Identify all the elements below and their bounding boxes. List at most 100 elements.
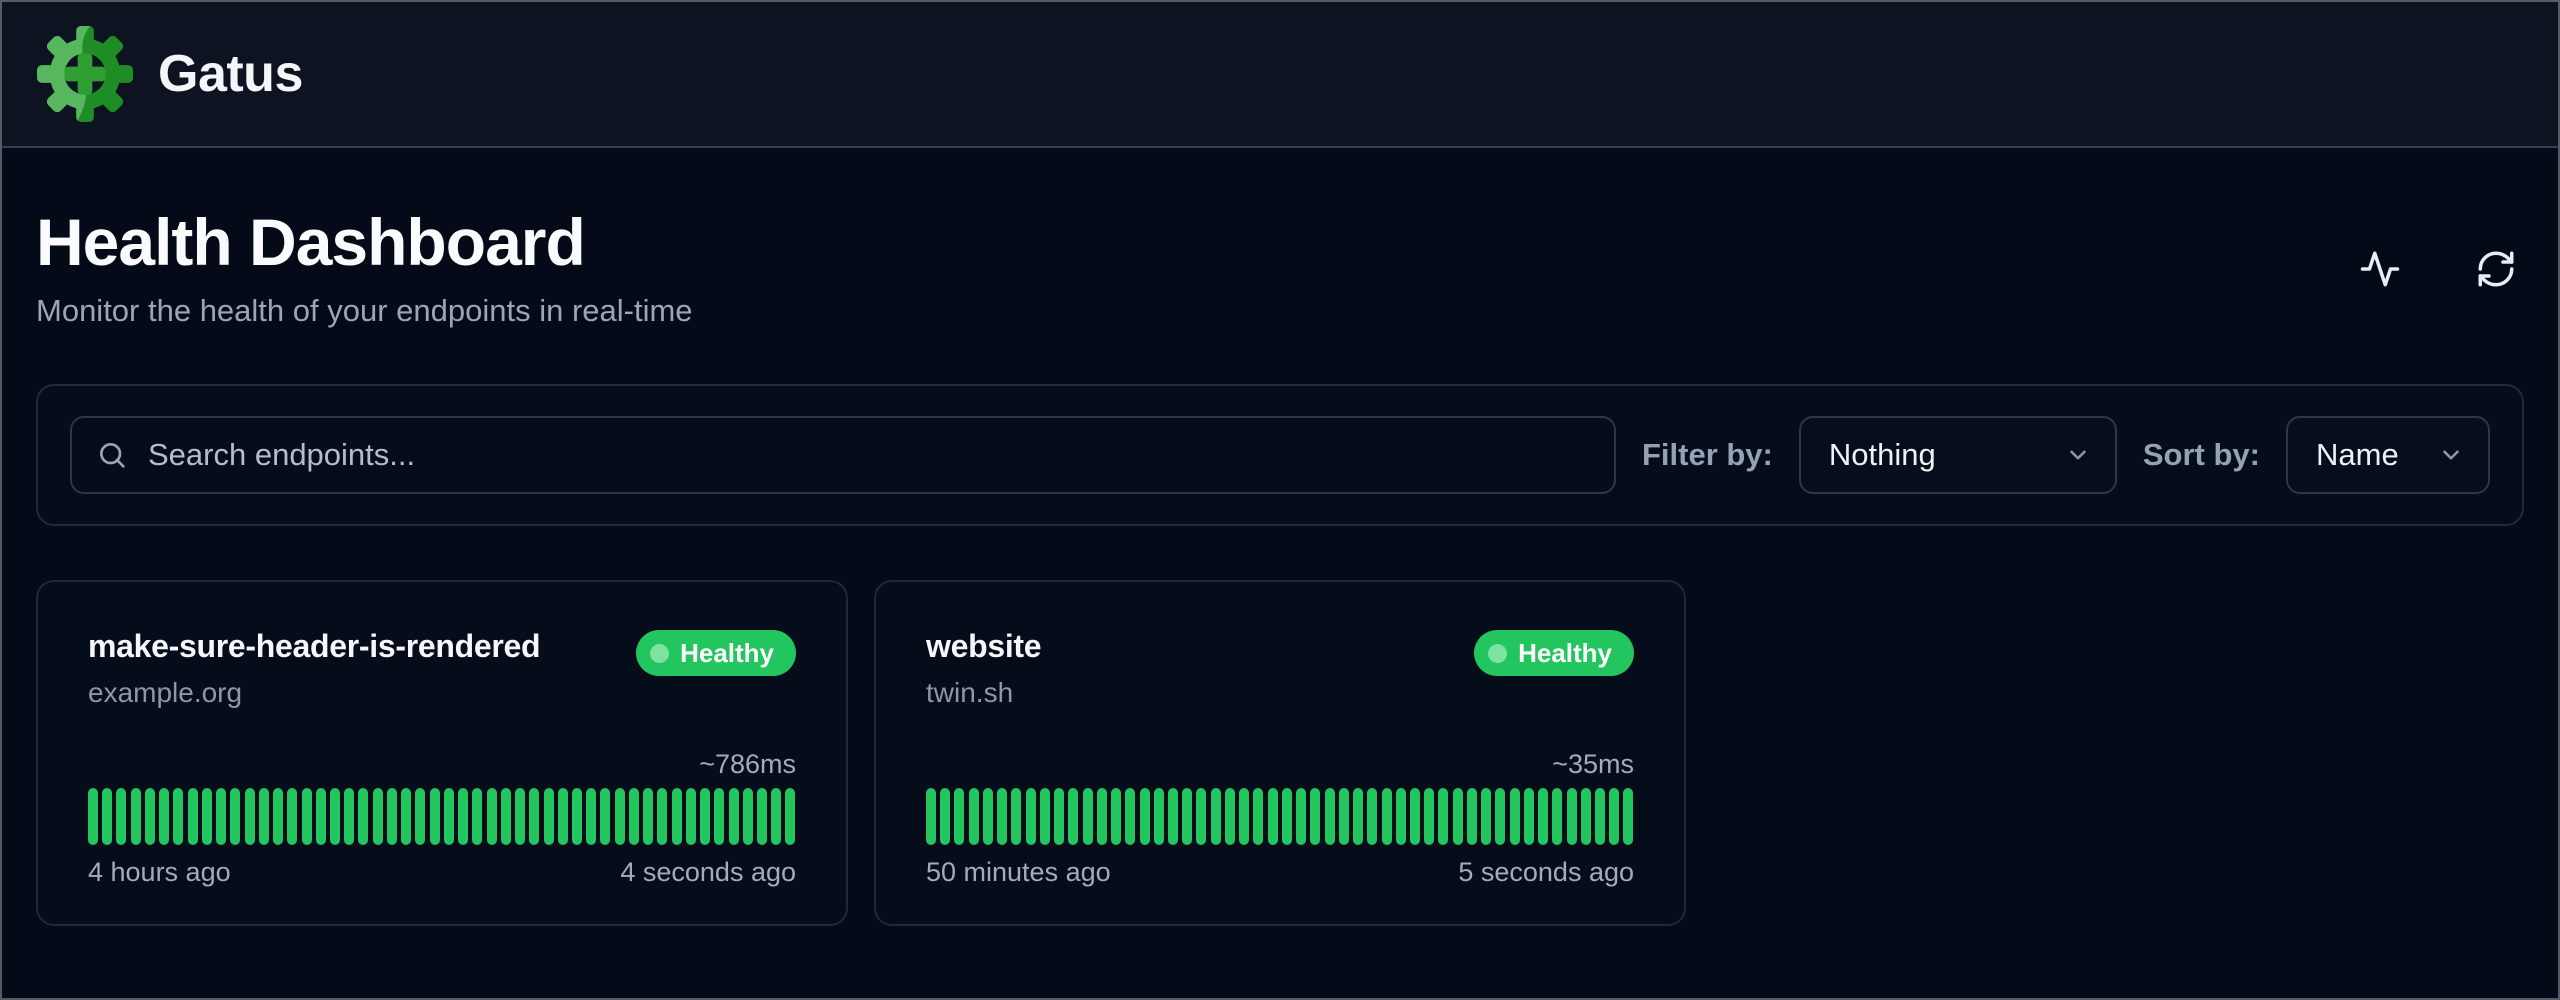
uptime-bar[interactable] [458, 788, 468, 845]
filter-select[interactable]: Nothing [1799, 416, 2117, 494]
uptime-bar[interactable] [287, 788, 297, 845]
uptime-bar[interactable] [487, 788, 497, 845]
uptime-bar[interactable] [926, 788, 936, 845]
uptime-bar[interactable] [131, 788, 141, 845]
uptime-bar[interactable] [1623, 788, 1633, 845]
uptime-bar[interactable] [1467, 788, 1477, 845]
uptime-bar[interactable] [729, 788, 739, 845]
uptime-bar[interactable] [1011, 788, 1021, 845]
uptime-bar[interactable] [714, 788, 724, 845]
uptime-bar[interactable] [515, 788, 525, 845]
uptime-bar[interactable] [173, 788, 183, 845]
uptime-bar[interactable] [572, 788, 582, 845]
uptime-bar[interactable] [1239, 788, 1249, 845]
uptime-bar[interactable] [1325, 788, 1335, 845]
uptime-bar[interactable] [615, 788, 625, 845]
search-input[interactable] [148, 437, 1590, 473]
uptime-bar[interactable] [686, 788, 696, 845]
uptime-bar[interactable] [116, 788, 126, 845]
uptime-bar[interactable] [1125, 788, 1135, 845]
endpoint-card[interactable]: website twin.sh Healthy ~35ms 50 minutes… [874, 580, 1686, 926]
uptime-bar[interactable] [358, 788, 368, 845]
uptime-bar[interactable] [444, 788, 454, 845]
uptime-bar[interactable] [430, 788, 440, 845]
uptime-bar[interactable] [1154, 788, 1164, 845]
uptime-bar[interactable] [1310, 788, 1320, 845]
uptime-bar[interactable] [1296, 788, 1306, 845]
uptime-bar[interactable] [387, 788, 397, 845]
uptime-bar[interactable] [643, 788, 653, 845]
uptime-bar[interactable] [983, 788, 993, 845]
uptime-bar[interactable] [657, 788, 667, 845]
activity-toggle-button[interactable] [2358, 247, 2402, 291]
uptime-bar[interactable] [401, 788, 411, 845]
uptime-bar[interactable] [1168, 788, 1178, 845]
uptime-bar[interactable] [330, 788, 340, 845]
uptime-bar[interactable] [1609, 788, 1619, 845]
uptime-bar[interactable] [1339, 788, 1349, 845]
uptime-bar[interactable] [785, 788, 795, 845]
uptime-bar[interactable] [586, 788, 596, 845]
endpoint-card[interactable]: make-sure-header-is-rendered example.org… [36, 580, 848, 926]
uptime-bar[interactable] [1097, 788, 1107, 845]
uptime-bar[interactable] [969, 788, 979, 845]
uptime-bar[interactable] [1253, 788, 1263, 845]
uptime-bar[interactable] [544, 788, 554, 845]
uptime-bar[interactable] [1552, 788, 1562, 845]
uptime-bar[interactable] [1225, 788, 1235, 845]
uptime-bar[interactable] [344, 788, 354, 845]
uptime-bar[interactable] [743, 788, 753, 845]
uptime-bar[interactable] [700, 788, 710, 845]
uptime-bar[interactable] [1524, 788, 1534, 845]
uptime-bar[interactable] [1481, 788, 1491, 845]
uptime-bar[interactable] [1396, 788, 1406, 845]
uptime-bar[interactable] [1282, 788, 1292, 845]
uptime-bar[interactable] [1083, 788, 1093, 845]
uptime-bar[interactable] [529, 788, 539, 845]
uptime-bar[interactable] [316, 788, 326, 845]
uptime-bar[interactable] [302, 788, 312, 845]
uptime-bar[interactable] [216, 788, 226, 845]
uptime-bar[interactable] [245, 788, 255, 845]
uptime-bar[interactable] [1196, 788, 1206, 845]
uptime-bar[interactable] [1367, 788, 1377, 845]
uptime-bar[interactable] [1453, 788, 1463, 845]
uptime-bar[interactable] [102, 788, 112, 845]
uptime-bar[interactable] [1068, 788, 1078, 845]
uptime-bar[interactable] [1538, 788, 1548, 845]
uptime-bar[interactable] [1111, 788, 1121, 845]
uptime-bar[interactable] [558, 788, 568, 845]
uptime-bar[interactable] [672, 788, 682, 845]
uptime-bar[interactable] [954, 788, 964, 845]
uptime-bar[interactable] [1495, 788, 1505, 845]
uptime-bar[interactable] [188, 788, 198, 845]
uptime-bar[interactable] [472, 788, 482, 845]
uptime-bar[interactable] [1140, 788, 1150, 845]
uptime-bar[interactable] [600, 788, 610, 845]
uptime-bar[interactable] [159, 788, 169, 845]
uptime-bar[interactable] [373, 788, 383, 845]
uptime-bar[interactable] [1581, 788, 1591, 845]
uptime-bar[interactable] [88, 788, 98, 845]
uptime-bar[interactable] [1567, 788, 1577, 845]
uptime-bar[interactable] [145, 788, 155, 845]
uptime-bar[interactable] [1382, 788, 1392, 845]
uptime-bar[interactable] [1040, 788, 1050, 845]
uptime-bar[interactable] [1438, 788, 1448, 845]
uptime-bar[interactable] [259, 788, 269, 845]
uptime-bar[interactable] [940, 788, 950, 845]
uptime-bar[interactable] [771, 788, 781, 845]
uptime-bar[interactable] [1424, 788, 1434, 845]
uptime-bar[interactable] [501, 788, 511, 845]
uptime-bar[interactable] [1182, 788, 1192, 845]
uptime-bar[interactable] [997, 788, 1007, 845]
refresh-button[interactable] [2474, 247, 2518, 291]
uptime-bar[interactable] [1054, 788, 1064, 845]
uptime-bar[interactable] [1211, 788, 1221, 845]
uptime-bar[interactable] [757, 788, 767, 845]
uptime-bar[interactable] [1268, 788, 1278, 845]
uptime-bar[interactable] [230, 788, 240, 845]
uptime-bar[interactable] [629, 788, 639, 845]
uptime-bar[interactable] [1510, 788, 1520, 845]
uptime-bar[interactable] [202, 788, 212, 845]
